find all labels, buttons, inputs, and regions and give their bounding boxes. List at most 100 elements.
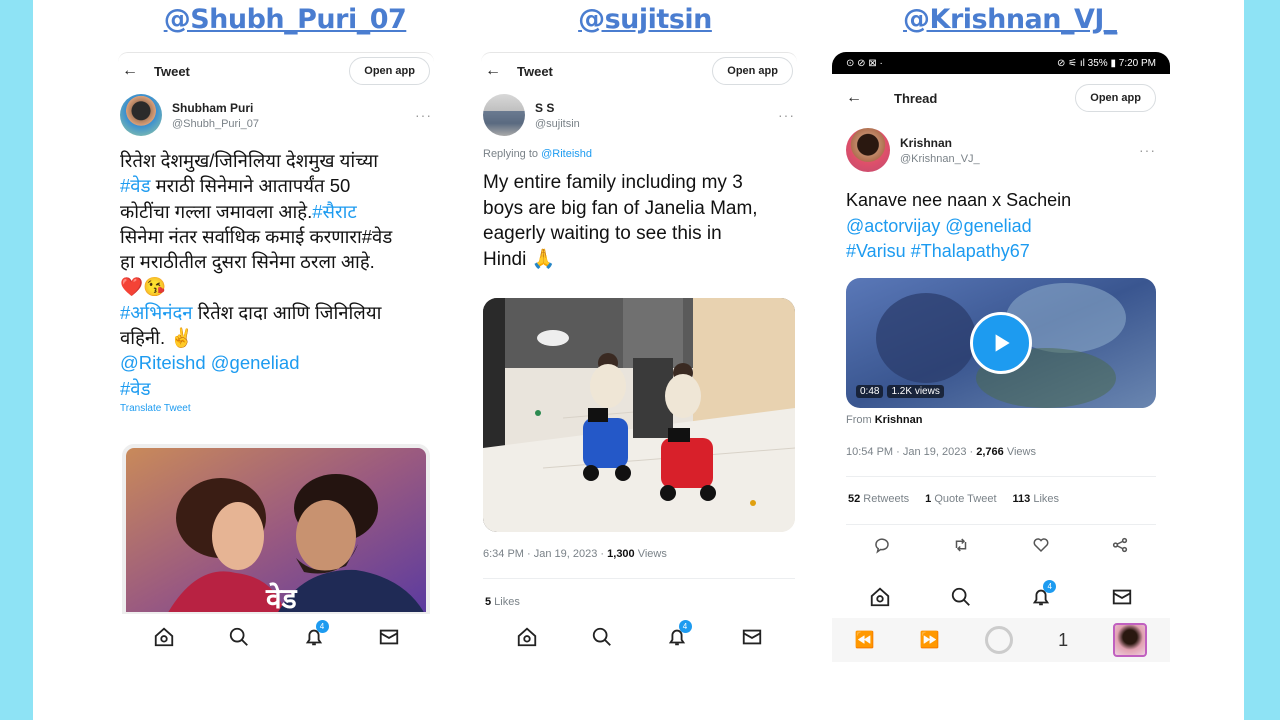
movie-poster-image[interactable]: वेड xyxy=(122,444,430,616)
handle-krishnan[interactable]: @Krishnan_VJ_ xyxy=(880,4,1140,38)
likes-label: Likes xyxy=(491,596,520,608)
author-handle[interactable]: @Krishnan_VJ_ xyxy=(900,153,1139,165)
like-heart-icon[interactable] xyxy=(1032,536,1050,559)
hashtag-link[interactable]: #वेड xyxy=(120,175,150,196)
handle-sujitsin[interactable]: @sujitsin xyxy=(540,4,750,38)
likes-stat[interactable]: 113 Likes xyxy=(1013,493,1060,505)
replying-to: Replying to @Riteishd xyxy=(475,142,803,166)
video-overlay-info: 0:48 1.2K views xyxy=(856,385,944,398)
tweet-line: हा मराठीतील दुसरा सिनेमा ठरला आहे. xyxy=(120,251,375,273)
author-handle[interactable]: @Shubh_Puri_07 xyxy=(172,118,415,130)
translate-tweet-link[interactable]: Translate Tweet xyxy=(112,401,440,416)
mention-links[interactable]: @Riteishd @geneliad xyxy=(120,350,432,375)
quotes-label: Quote Tweet xyxy=(931,493,997,505)
tweet-topbar: ← Tweet Open app xyxy=(475,57,803,85)
search-icon[interactable] xyxy=(589,624,615,650)
family-photo-image[interactable] xyxy=(483,298,795,532)
tweet-line: My entire family including my 3 xyxy=(483,172,743,193)
browser-navigation-bar: ⏪ ⏩ 1 xyxy=(832,618,1170,662)
tweet-author: S S @sujitsin ··· xyxy=(475,84,803,142)
retweets-count: 52 xyxy=(848,493,861,505)
views-label: Views xyxy=(1003,446,1036,458)
tweet-line: eagerly waiting to see this in xyxy=(483,223,722,244)
topbar-title: Thread xyxy=(894,90,938,106)
hashtag-link[interactable]: #वेड xyxy=(120,376,432,401)
messages-envelope-icon[interactable] xyxy=(1109,584,1135,610)
messages-envelope-icon[interactable] xyxy=(376,624,402,650)
tweet-card-ss: ← Tweet Open app S S @sujitsin ··· Reply… xyxy=(475,52,803,662)
tweet-timestamp: 10:54 PM · Jan 19, 2023 · 2,766 Views xyxy=(846,446,1036,458)
back-arrow-icon[interactable]: ← xyxy=(485,62,517,80)
home-icon[interactable] xyxy=(514,624,540,650)
notifications-bell-icon[interactable]: 4 xyxy=(1028,580,1057,610)
more-icon[interactable]: ··· xyxy=(1139,142,1156,158)
topbar-title: Tweet xyxy=(154,63,190,79)
android-status-bar: ⊙ ⊘ ⊠ · ⊘ ⚟ ıl 35% ▮ 7:20 PM xyxy=(832,52,1170,74)
author-name[interactable]: Krishnan xyxy=(900,136,1139,150)
notifications-bell-icon[interactable]: 4 xyxy=(664,620,692,650)
divider xyxy=(846,524,1156,525)
tweet-timestamp: 6:34 PM · Jan 19, 2023 · 1,300 Views xyxy=(483,548,667,560)
browser-back-icon[interactable]: ⏪ xyxy=(855,630,875,650)
notification-badge: 4 xyxy=(678,620,692,633)
home-icon[interactable] xyxy=(867,584,893,610)
thread-topbar: ← Thread Open app xyxy=(832,74,1170,122)
avatar[interactable] xyxy=(483,94,525,136)
replying-to-link[interactable]: @Riteishd xyxy=(541,148,592,160)
retweets-stat[interactable]: 52 Retweets xyxy=(848,493,909,505)
more-icon[interactable]: ··· xyxy=(778,107,795,123)
from-name-link[interactable]: Krishnan xyxy=(875,414,923,426)
back-arrow-icon[interactable]: ← xyxy=(846,89,894,107)
back-arrow-icon[interactable]: ← xyxy=(122,62,154,80)
tweet-line: रितेश देशमुख/जिनिलिया देशमुख यांच्या xyxy=(120,150,379,171)
tweet-card-shubham: ← Tweet Open app Shubham Puri @Shubh_Pur… xyxy=(112,52,440,662)
author-name[interactable]: S S xyxy=(535,101,778,115)
tweet-line: सिनेमा नंतर सर्वाधिक कमाई करणारा#वेड xyxy=(120,225,393,247)
hashtag-links[interactable]: #Varisu #Thalapathy67 xyxy=(846,239,1156,265)
handle-shubh[interactable]: @Shubh_Puri_07 xyxy=(150,4,420,38)
open-app-button[interactable]: Open app xyxy=(1075,84,1156,112)
search-icon[interactable] xyxy=(226,624,252,650)
browser-tab-count[interactable]: 1 xyxy=(1058,630,1068,651)
share-icon[interactable] xyxy=(1111,536,1129,559)
quote-tweets-stat[interactable]: 1 Quote Tweet xyxy=(925,493,996,505)
video-duration: 0:48 xyxy=(856,385,884,398)
open-app-button[interactable]: Open app xyxy=(712,57,793,85)
avatar[interactable] xyxy=(846,128,890,172)
tweet-line: Hindi 🙏 xyxy=(483,248,556,270)
author-handle[interactable]: @sujitsin xyxy=(535,118,778,130)
search-icon[interactable] xyxy=(948,584,974,610)
tweet-body: Kanave nee naan x Sachein @actorvijay @g… xyxy=(832,178,1170,265)
replying-prefix: Replying to xyxy=(483,148,539,160)
tweet-topbar: ← Tweet Open app xyxy=(112,57,440,85)
author-name[interactable]: Shubham Puri xyxy=(172,101,415,115)
tweet-line: Kanave nee naan x Sachein xyxy=(846,190,1072,210)
notifications-bell-icon[interactable]: 4 xyxy=(301,620,329,650)
photo-graphic xyxy=(483,298,795,532)
thread-card-krishnan: ⊙ ⊘ ⊠ · ⊘ ⚟ ıl 35% ▮ 7:20 PM ← Thread Op… xyxy=(832,52,1170,662)
hashtag-link[interactable]: #अभिनंदन xyxy=(120,302,193,323)
home-icon[interactable] xyxy=(151,624,177,650)
hashtag-link[interactable]: #सैराट xyxy=(312,201,356,222)
browser-profile-avatar[interactable] xyxy=(1113,623,1148,657)
play-button-icon[interactable] xyxy=(970,312,1032,374)
more-icon[interactable]: ··· xyxy=(415,107,432,123)
topbar-title: Tweet xyxy=(517,63,553,79)
reply-icon[interactable] xyxy=(873,536,891,559)
divider xyxy=(846,476,1156,477)
browser-forward-icon[interactable]: ⏩ xyxy=(920,630,940,650)
video-player[interactable]: 0:48 1.2K views xyxy=(846,278,1156,408)
browser-home-circle-icon[interactable] xyxy=(984,626,1013,654)
engagement-stats: 52 Retweets 1 Quote Tweet 113 Likes xyxy=(848,493,1059,505)
retweet-icon[interactable] xyxy=(952,536,970,559)
messages-envelope-icon[interactable] xyxy=(739,624,765,650)
tweet-body: रितेश देशमुख/जिनिलिया देशमुख यांच्या #वे… xyxy=(112,142,440,401)
views-count: 1,300 xyxy=(607,548,635,560)
avatar[interactable] xyxy=(120,94,162,136)
left-cyan-band xyxy=(0,0,33,720)
video-views: 1.2K views xyxy=(887,385,944,398)
likes-stat[interactable]: 5 Likes xyxy=(485,596,520,608)
mention-links[interactable]: @actorvijay @geneliad xyxy=(846,214,1156,240)
open-app-button[interactable]: Open app xyxy=(349,57,430,85)
likes-count: 113 xyxy=(1012,493,1031,505)
